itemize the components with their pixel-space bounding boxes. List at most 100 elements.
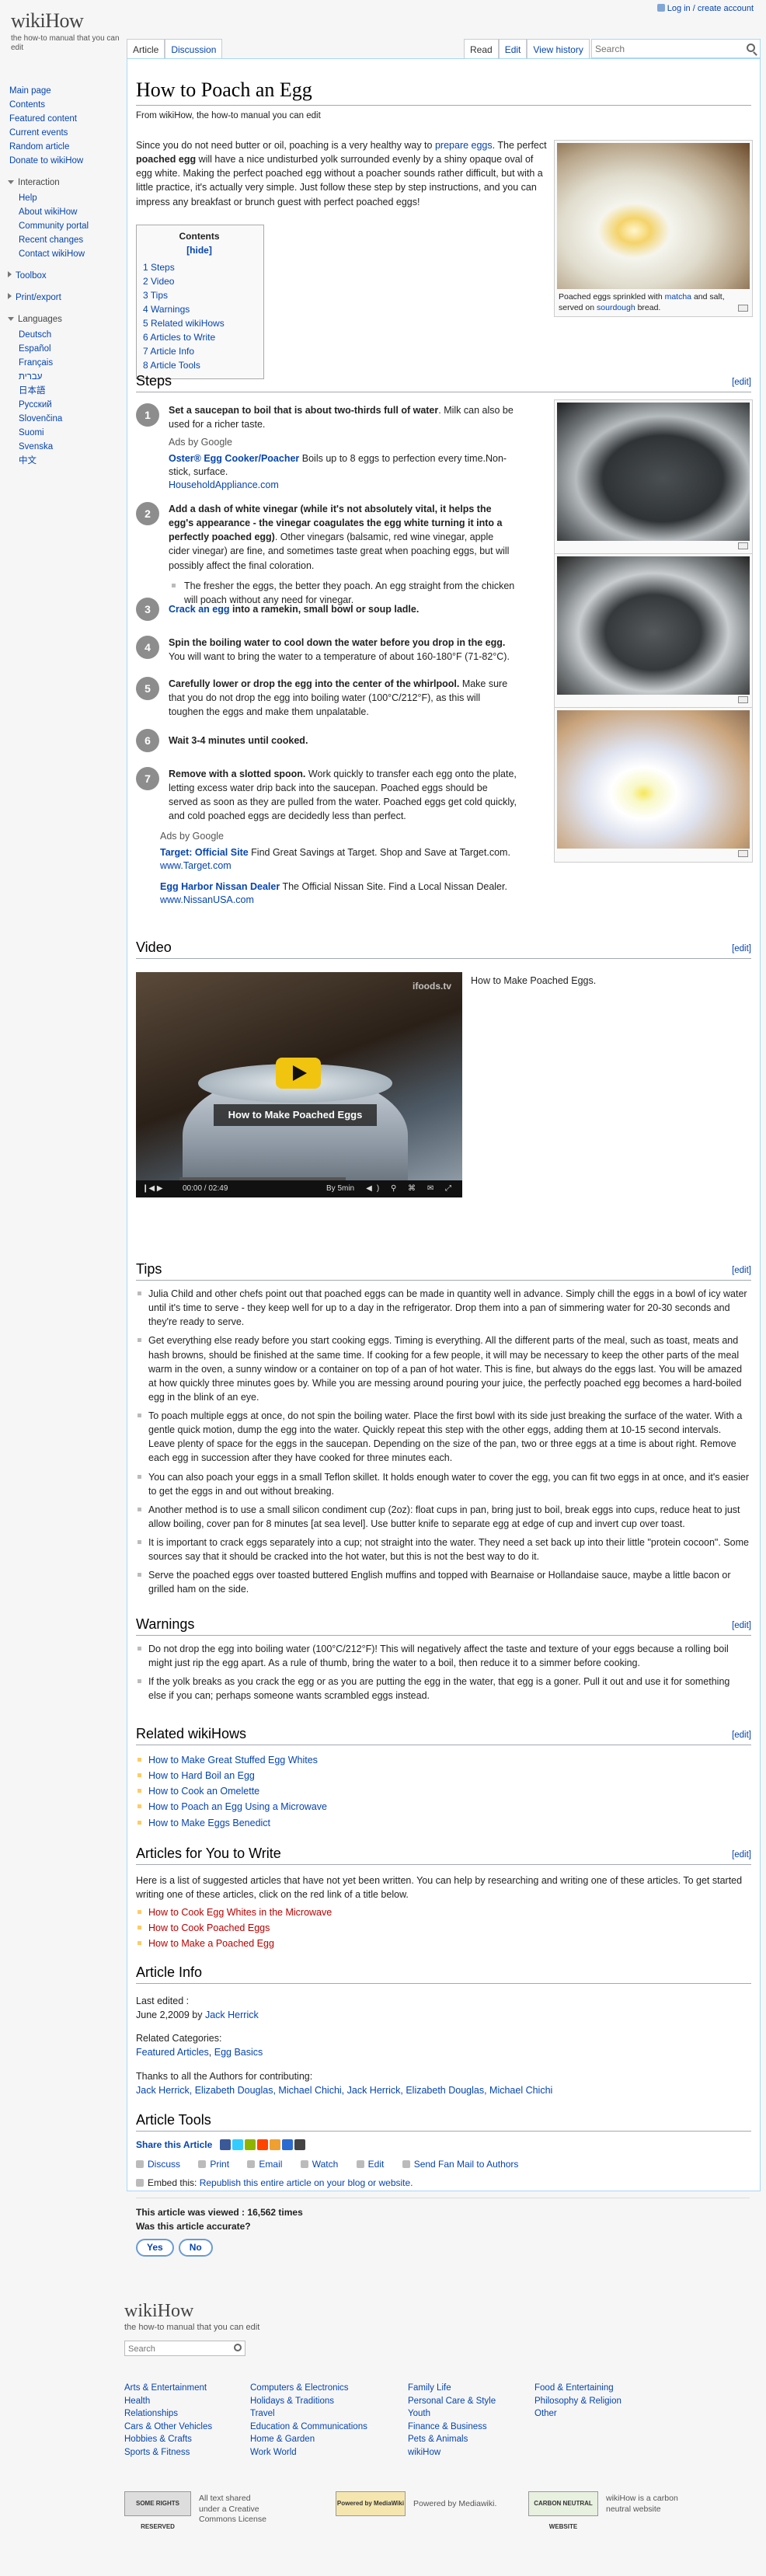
sidebar-item-about[interactable]: About wikiHow [19, 205, 124, 219]
language-link[interactable]: Русский [19, 398, 124, 412]
vinegar-photo[interactable] [557, 556, 750, 695]
crack-egg-link[interactable]: Crack an egg [169, 604, 230, 615]
language-link[interactable]: Slovenčina [19, 412, 124, 426]
language-link[interactable]: Français [19, 356, 124, 370]
category-link[interactable]: Featured Articles [136, 2047, 209, 2058]
search-icon[interactable] [234, 2343, 242, 2351]
edit-section-link[interactable]: [edit] [732, 1619, 751, 1632]
toc-item[interactable]: 7 Article Info [143, 344, 256, 358]
egg-bowl-photo[interactable] [557, 710, 750, 849]
tab-view-history[interactable]: View history [527, 39, 590, 58]
no-button[interactable]: No [178, 2238, 213, 2257]
ad-link[interactable]: Egg Harbor Nissan Dealer [160, 881, 280, 892]
mediawiki-badge[interactable]: Powered by MediaWiki [336, 2491, 406, 2516]
print-tool[interactable]: Print [198, 2158, 229, 2171]
toc-item[interactable]: 6 Articles to Write [143, 330, 256, 344]
facebook-icon[interactable] [219, 2139, 231, 2150]
edit-section-link[interactable]: [edit] [732, 376, 751, 389]
yes-button[interactable]: Yes [136, 2238, 174, 2257]
language-link[interactable]: Svenska [19, 440, 124, 454]
sidebar-item-community[interactable]: Community portal [19, 219, 124, 233]
edit-section-link[interactable]: [edit] [732, 943, 751, 955]
footer-category-link[interactable]: Work World [250, 2446, 374, 2459]
edit-section-link[interactable]: [edit] [732, 1849, 751, 1861]
toc-item[interactable]: 5 Related wikiHows [143, 316, 256, 330]
ad-url[interactable]: www.NissanUSA.com [160, 894, 254, 905]
authors-links[interactable]: Jack Herrick, Elizabeth Douglas, Michael… [136, 2085, 552, 2096]
footer-category-link[interactable]: Computers & Electronics [250, 2382, 374, 2395]
watch-tool[interactable]: Watch [300, 2158, 338, 2171]
footer-category-link[interactable]: Pets & Animals [408, 2433, 532, 2446]
footer-category-link[interactable]: Travel [250, 2407, 374, 2421]
toc-item[interactable]: 8 Article Tools [143, 358, 256, 372]
play-icon[interactable] [276, 1058, 321, 1089]
redlink[interactable]: How to Cook Poached Eggs [148, 1922, 270, 1933]
sidebar-heading-print[interactable]: Print/export [8, 291, 124, 305]
reddit-icon[interactable] [256, 2139, 268, 2150]
sidebar-heading-toolbox[interactable]: Toolbox [8, 269, 124, 283]
footer-category-link[interactable]: Finance & Business [408, 2421, 532, 2434]
saucepan-photo[interactable] [557, 403, 750, 541]
rss-icon[interactable] [269, 2139, 280, 2150]
sidebar-item-donate[interactable]: Donate to wikiHow [9, 154, 124, 168]
sidebar-item-random[interactable]: Random article [9, 140, 124, 154]
email-tool[interactable]: Email [247, 2158, 282, 2171]
republish-link[interactable]: Republish this entire article on your bl… [200, 2177, 413, 2188]
toc-item[interactable]: 1 Steps [143, 260, 256, 274]
video-toolbar-icons[interactable]: ◀) ⚲ ⌘ ✉ ⤢ [366, 1180, 456, 1197]
sidebar-item-help[interactable]: Help [19, 191, 124, 205]
enlarge-icon[interactable] [738, 305, 748, 312]
edit-tool[interactable]: Edit [356, 2158, 384, 2171]
edit-section-link[interactable]: [edit] [732, 1264, 751, 1277]
footer-category-link[interactable]: Arts & Entertainment [124, 2382, 249, 2395]
footer-category-link[interactable]: Food & Entertaining [534, 2382, 659, 2395]
redlink[interactable]: How to Make a Poached Egg [148, 1938, 274, 1949]
toc-item[interactable]: 2 Video [143, 274, 256, 288]
ad-link[interactable]: Oster® Egg Cooker/Poacher [169, 453, 299, 464]
toc-item[interactable]: 3 Tips [143, 288, 256, 302]
footer-category-link[interactable]: Philosophy & Religion [534, 2395, 659, 2408]
sidebar-item-contents[interactable]: Contents [9, 98, 124, 112]
search-input[interactable] [595, 40, 740, 57]
footer-logo[interactable]: wikiHow [124, 2302, 761, 2320]
category-link[interactable]: Egg Basics [214, 2047, 263, 2058]
footer-category-link[interactable]: Sports & Fitness [124, 2446, 249, 2459]
toc-hide-link[interactable]: [hide] [143, 243, 256, 257]
language-link[interactable]: 中文 [19, 454, 124, 468]
ad-link[interactable]: Target: Official Site [160, 847, 249, 858]
editor-link[interactable]: Jack Herrick [205, 2010, 259, 2020]
footer-category-link[interactable]: Education & Communications [250, 2421, 374, 2434]
sidebar-item-featured[interactable]: Featured content [9, 112, 124, 126]
creative-commons-badge[interactable]: SOME RIGHTS RESERVED [124, 2491, 191, 2530]
footer-category-link[interactable]: Hobbies & Crafts [124, 2433, 249, 2446]
related-link[interactable]: How to Poach an Egg Using a Microwave [148, 1801, 327, 1812]
sourdough-link[interactable]: sourdough [597, 303, 635, 312]
fan-mail-tool[interactable]: Send Fan Mail to Authors [402, 2158, 518, 2171]
edit-section-link[interactable]: [edit] [732, 1729, 751, 1741]
sidebar-item-recent-changes[interactable]: Recent changes [19, 233, 124, 247]
redlink[interactable]: How to Cook Egg Whites in the Microwave [148, 1907, 332, 1918]
sidebar-item-main-page[interactable]: Main page [9, 84, 124, 98]
footer-category-link[interactable]: Holidays & Traditions [250, 2395, 374, 2408]
toc-item[interactable]: 4 Warnings [143, 302, 256, 316]
enlarge-icon[interactable] [738, 542, 748, 549]
footer-search-input[interactable] [125, 2341, 226, 2356]
related-link[interactable]: How to Make Great Stuffed Egg Whites [148, 1755, 318, 1766]
matcha-link[interactable]: matcha [665, 292, 691, 302]
related-link[interactable]: How to Make Eggs Benedict [148, 1818, 270, 1828]
footer-category-link[interactable]: wikiHow [408, 2446, 532, 2459]
play-pause-icon[interactable]: ❙◀ ▶ [142, 1180, 163, 1197]
language-link[interactable]: Suomi [19, 426, 124, 440]
language-link[interactable]: Deutsch [19, 328, 124, 342]
ad-url[interactable]: www.Target.com [160, 860, 232, 871]
sidebar-item-current-events[interactable]: Current events [9, 126, 124, 140]
site-logo[interactable]: wikiHow the how-to manual that you can e… [11, 11, 120, 52]
delicious-icon[interactable] [281, 2139, 293, 2150]
twitter-icon[interactable] [232, 2139, 243, 2150]
footer-category-link[interactable]: Relationships [124, 2407, 249, 2421]
footer-category-link[interactable]: Family Life [408, 2382, 532, 2395]
search-icon[interactable] [747, 44, 755, 52]
ad-url[interactable]: HouseholdAppliance.com [169, 479, 279, 490]
digg-icon[interactable] [294, 2139, 305, 2150]
tab-read[interactable]: Read [464, 39, 499, 58]
